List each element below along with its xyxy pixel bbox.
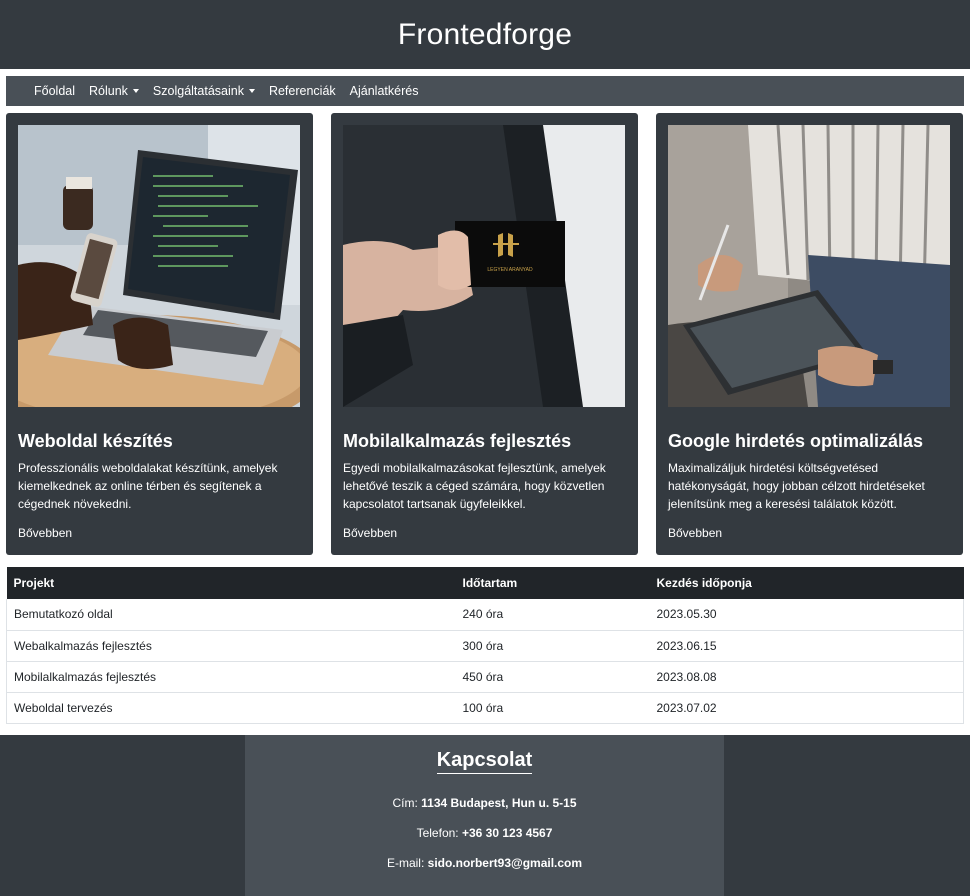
service-card-mobilalkalmazas: LEGYEN ARANYAD Mobilalkalmazás fejleszté… [331,113,638,555]
nav-item-szolgaltatasaink[interactable]: Szolgáltatásaink [153,84,255,98]
site-header: Frontedforge [0,0,970,69]
table-row: Webalkalmazás fejlesztés 300 óra 2023.06… [6,630,964,662]
tablet-stylus-photo [668,125,950,407]
email-label: E-mail: [386,856,425,870]
email-value[interactable]: sido.norbert93@gmail.com [428,856,582,870]
caret-down-icon [248,89,255,93]
nav-item-label: Ajánlatkérés [349,84,419,98]
nav-item-label: Rólunk [89,84,128,98]
table-cell: Bemutatkozó oldal [6,599,456,631]
nav-item-fooldal[interactable]: Főoldal [34,84,75,98]
card-title: Weboldal készítés [18,431,173,451]
phone-value[interactable]: +36 30 123 4567 [462,826,552,840]
table-row: Mobilalkalmazás fejlesztés 450 óra 2023.… [6,661,964,693]
table-cell: 240 óra [455,599,650,631]
table-cell: Webalkalmazás fejlesztés [6,630,456,662]
site-title: Frontedforge [397,17,573,51]
table-cell: 2023.08.08 [649,661,964,693]
table-header-cell: Projekt [6,567,456,599]
table-cell: 2023.05.30 [649,599,964,631]
caret-down-icon [132,89,139,93]
business-card-photo: LEGYEN ARANYAD [343,125,625,407]
contact-phone: Telefon: +36 30 123 4567 [245,826,724,840]
more-link[interactable]: Bővebben [18,526,72,540]
table-cell: Weboldal tervezés [6,692,456,724]
service-card-google-hirdetes: Google hirdetés optimalizálás Maximalizá… [656,113,963,555]
table-cell: 2023.07.02 [649,692,964,724]
address-value: 1134 Budapest, Hun u. 5-15 [421,796,577,810]
laptop-coding-photo [18,125,300,407]
projects-table: Projekt Időtartam Kezdés időponja Bemuta… [6,567,964,724]
more-link[interactable]: Bővebben [343,526,397,540]
nav-item-rolunk[interactable]: Rólunk [89,84,139,98]
table-row: Bemutatkozó oldal 240 óra 2023.05.30 [6,599,964,631]
card-text: Maximalizáljuk hirdetési költségvetésed … [668,461,925,511]
nav-item-label: Szolgáltatásaink [152,84,244,98]
card-title: Mobilalkalmazás fejlesztés [343,431,572,451]
contact-title: Kapcsolat [436,749,533,774]
nav-item-label: Referenciák [268,84,336,98]
contact-email: E-mail: sido.norbert93@gmail.com [245,856,724,870]
card-text: Professzionális weboldalakat készítünk, … [18,461,278,511]
table-cell: 2023.06.15 [649,630,964,662]
business-card-caption: LEGYEN ARANYAD [487,267,533,273]
more-link[interactable]: Bővebben [668,526,722,540]
site-footer: Kapcsolat Cím: 1134 Budapest, Hun u. 5-1… [0,735,970,896]
nav-item-label: Főoldal [34,84,75,98]
nav-item-referenciak[interactable]: Referenciák [269,84,336,98]
table-row: Weboldal tervezés 100 óra 2023.07.02 [6,692,964,724]
main-navbar: Főoldal Rólunk Szolgáltatásaink Referenc… [6,76,964,106]
table-cell: 300 óra [455,630,650,662]
card-text: Egyedi mobilalkalmazásokat fejlesztünk, … [343,461,606,511]
table-header-cell: Időtartam [455,567,650,599]
table-cell: 450 óra [455,661,650,693]
table-cell: Mobilalkalmazás fejlesztés [6,661,456,693]
table-header-row: Projekt Időtartam Kezdés időponja [6,567,964,599]
nav-item-ajanlatkeres[interactable]: Ajánlatkérés [350,84,419,98]
card-title: Google hirdetés optimalizálás [668,431,924,451]
contact-section: Kapcsolat Cím: 1134 Budapest, Hun u. 5-1… [245,735,724,896]
address-label: Cím: [392,796,418,810]
service-card-weboldal: Weboldal készítés Professzionális webold… [6,113,313,555]
table-header-cell: Kezdés időponja [649,567,964,599]
contact-address: Cím: 1134 Budapest, Hun u. 5-15 [245,796,724,810]
phone-label: Telefon: [416,826,459,840]
table-cell: 100 óra [455,692,650,724]
